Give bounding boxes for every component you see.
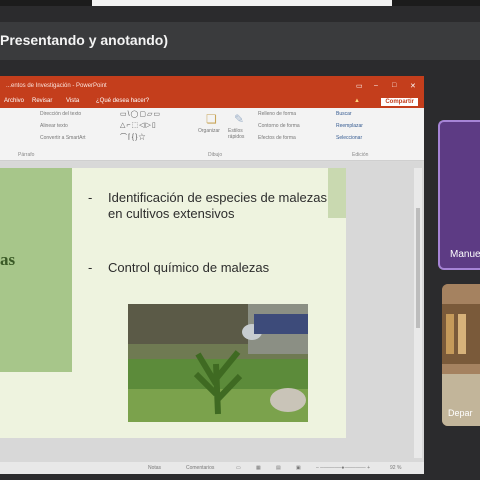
- bullet-dash: -: [88, 190, 93, 205]
- window-title: ...entos de Investigación - PowerPoint: [6, 83, 107, 89]
- group-paragraph-label: Párrafo: [18, 152, 35, 158]
- quick-styles-icon: ✎: [234, 112, 245, 126]
- tell-me-search[interactable]: ¿Qué desea hacer?: [96, 98, 149, 104]
- arrange-icon: ❏: [206, 112, 217, 126]
- find-button[interactable]: Buscar: [336, 111, 352, 117]
- ribbon-tabs: Archivo Revisar Vista ¿Qué desea hacer? …: [0, 96, 424, 108]
- status-bar: Notas Comentarios ▭ ▦ ▤ ▣ – ──────●─────…: [0, 462, 424, 474]
- shapes-gallery-row3[interactable]: ⌒⌈{}☆: [120, 132, 146, 142]
- maximize-icon[interactable]: □: [392, 82, 396, 89]
- participant-tile-1[interactable]: Manue: [438, 120, 480, 270]
- powerpoint-titlebar: ...entos de Investigación - PowerPoint ▭…: [0, 76, 424, 96]
- shape-effects-button[interactable]: Efectos de forma: [258, 135, 296, 141]
- replace-button[interactable]: Reemplazar: [336, 123, 363, 129]
- scroll-thumb[interactable]: [416, 208, 420, 328]
- shape-outline-button[interactable]: Contorno de forma: [258, 123, 300, 129]
- arrange-button[interactable]: Organizar: [198, 128, 220, 134]
- comments-button[interactable]: Comentarios: [186, 465, 214, 471]
- group-editing-label: Edición: [352, 152, 369, 158]
- slide-left-title: as: [0, 250, 16, 269]
- notes-button[interactable]: Notas: [148, 465, 161, 471]
- slide-workarea: as - Identificación de especies de malez…: [0, 162, 424, 462]
- text-direction-button[interactable]: Dirección del texto: [40, 111, 81, 117]
- shapes-gallery[interactable]: ▭\◯▢▱▭: [120, 110, 161, 118]
- ribbon: Dirección del texto Alinear texto Conver…: [0, 108, 424, 161]
- slide-sorter-icon[interactable]: ▦: [256, 465, 261, 471]
- tab-archivo[interactable]: Archivo: [4, 98, 24, 104]
- warning-icon: ▲: [354, 98, 360, 104]
- tab-revisar[interactable]: Revisar: [32, 98, 52, 104]
- zoom-slider[interactable]: – ──────●────── +: [316, 465, 370, 471]
- tab-vista[interactable]: Vista: [66, 98, 79, 104]
- vertical-scrollbar[interactable]: [414, 168, 422, 458]
- green-title-block: [0, 168, 72, 372]
- participant-video-2: [442, 284, 480, 426]
- share-button[interactable]: Compartir: [381, 98, 418, 106]
- bullet-2-text: Control químico de malezas: [108, 260, 270, 275]
- zoom-level[interactable]: 92 %: [390, 465, 401, 471]
- meeting-title: Presentando y anotando): [0, 32, 169, 48]
- normal-view-icon[interactable]: ▭: [236, 465, 241, 471]
- powerpoint-window: ...entos de Investigación - PowerPoint ▭…: [0, 76, 424, 474]
- screen-top-bar: [0, 0, 480, 6]
- smartart-button[interactable]: Convertir a SmartArt: [40, 135, 86, 141]
- participant-tile-2[interactable]: Depar: [442, 284, 480, 426]
- minimize-icon[interactable]: –: [374, 82, 378, 89]
- participant-name-1: Manue: [450, 249, 480, 260]
- bullet-1-text: Identificación de especies de malezas en…: [108, 190, 327, 221]
- accent-bar: [328, 168, 346, 218]
- shape-fill-button[interactable]: Relleno de forma: [258, 111, 296, 117]
- close-icon[interactable]: ✕: [410, 82, 416, 90]
- slideshow-icon[interactable]: ▣: [296, 465, 301, 471]
- shapes-gallery-row2[interactable]: △⌐⬚◁▷▯: [120, 121, 157, 129]
- weed-photo: [128, 304, 308, 422]
- participant-name-2: Depar: [448, 408, 473, 418]
- ribbon-display-icon[interactable]: ▭: [356, 82, 363, 90]
- slide-canvas[interactable]: as - Identificación de especies de malez…: [0, 168, 346, 438]
- align-text-button[interactable]: Alinear texto: [40, 123, 68, 129]
- select-button[interactable]: Seleccionar: [336, 135, 362, 141]
- group-drawing-label: Dibujo: [208, 152, 223, 158]
- top-strip: [92, 0, 392, 6]
- meeting-header: Presentando y anotando): [0, 22, 480, 60]
- quick-styles-button[interactable]: Estilos rápidos: [228, 128, 252, 140]
- bullet-dash: -: [88, 260, 93, 275]
- reading-view-icon[interactable]: ▤: [276, 465, 281, 471]
